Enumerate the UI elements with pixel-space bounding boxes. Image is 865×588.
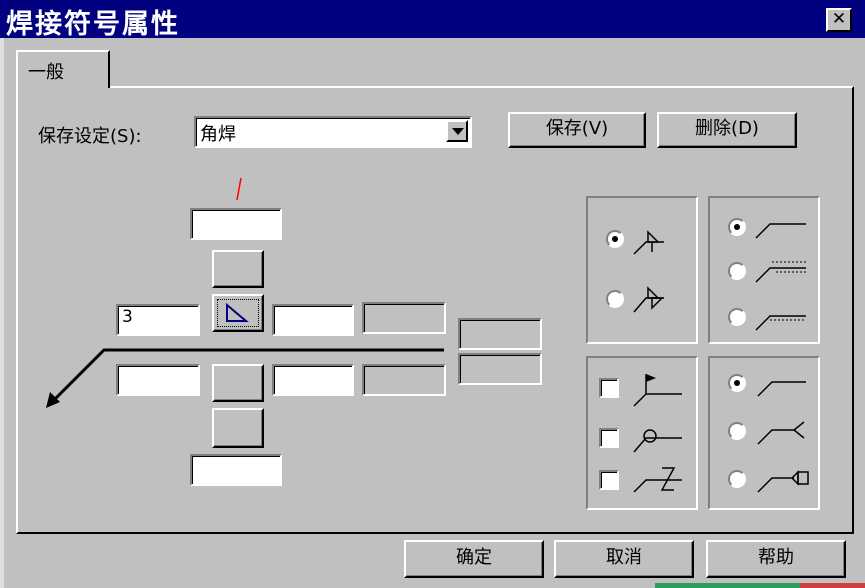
concave-contour-icon (755, 315, 806, 331)
close-button[interactable]: ✕ (826, 8, 852, 32)
tab-label: 一般 (28, 62, 64, 83)
tail-text-field-1[interactable] (458, 318, 542, 350)
flush-contour-icon (755, 223, 806, 239)
delete-button[interactable]: 删除(D) (657, 112, 797, 148)
plain-tail-icon (757, 381, 806, 397)
below-pitch-field[interactable] (362, 364, 446, 396)
field-weld-flag-icon (633, 374, 682, 407)
weld-side-group (586, 196, 698, 344)
tail-text-field-2[interactable] (458, 353, 542, 385)
window-title: 焊接符号属性 (6, 9, 180, 40)
ok-button[interactable]: 确定 (404, 540, 544, 578)
help-button[interactable]: 帮助 (706, 540, 846, 578)
tail-radio-2[interactable] (728, 422, 746, 440)
boxed-tail-icon (757, 470, 809, 493)
top-text-field[interactable] (190, 208, 282, 240)
z-symbol-icon (633, 467, 682, 493)
below-size-field[interactable] (116, 364, 200, 396)
field-weld-checkbox[interactable] (599, 378, 619, 398)
above-size-field[interactable]: 3 (116, 304, 200, 336)
both-sides-symbol-icon (633, 286, 664, 313)
above-pitch-field[interactable] (362, 302, 446, 334)
taskbar-strip (655, 583, 800, 588)
above-size-value: 3 (122, 307, 133, 327)
supplementary-symbol-above-button[interactable] (212, 250, 264, 288)
save-settings-label: 保存设定(S): (38, 126, 142, 147)
taskbar-strip-red (800, 583, 865, 588)
save-settings-combobox[interactable]: 角焊 (194, 116, 472, 148)
bottom-text-field[interactable] (190, 454, 282, 486)
arrow-side-symbol-icon (633, 230, 664, 255)
title-bar[interactable]: 焊接符号属性 ✕ (0, 0, 865, 40)
weld-all-around-icon (633, 429, 682, 453)
contour-radio-2[interactable] (728, 262, 746, 280)
weld-tick-mark (236, 177, 242, 201)
weld-side-radio-2[interactable] (606, 290, 624, 308)
save-button[interactable]: 保存(V) (508, 112, 646, 148)
above-length-field[interactable] (272, 304, 354, 336)
window-border (0, 38, 4, 588)
weld-type-above-button[interactable] (212, 294, 264, 332)
weld-side-radio-1[interactable] (606, 230, 624, 248)
fillet-weld-triangle-icon (226, 302, 249, 322)
close-icon: ✕ (831, 9, 847, 29)
contour-radio-1[interactable] (728, 218, 746, 236)
all-around-checkbox[interactable] (599, 428, 619, 448)
supplementary-symbol-below-button[interactable] (212, 408, 264, 448)
convex-contour-icon (755, 261, 806, 283)
save-settings-value: 角焊 (200, 124, 236, 145)
chevron-down-icon[interactable] (446, 120, 468, 142)
cancel-button[interactable]: 取消 (554, 540, 694, 578)
below-length-field[interactable] (272, 364, 354, 396)
tail-radio-1[interactable] (728, 374, 746, 392)
tail-radio-3[interactable] (728, 470, 746, 488)
tail-z-checkbox[interactable] (599, 470, 619, 490)
weld-type-below-button[interactable] (212, 364, 264, 402)
contour-radio-3[interactable] (728, 308, 746, 326)
open-tail-icon (757, 421, 805, 445)
tab-general[interactable]: 一般 (16, 50, 110, 88)
